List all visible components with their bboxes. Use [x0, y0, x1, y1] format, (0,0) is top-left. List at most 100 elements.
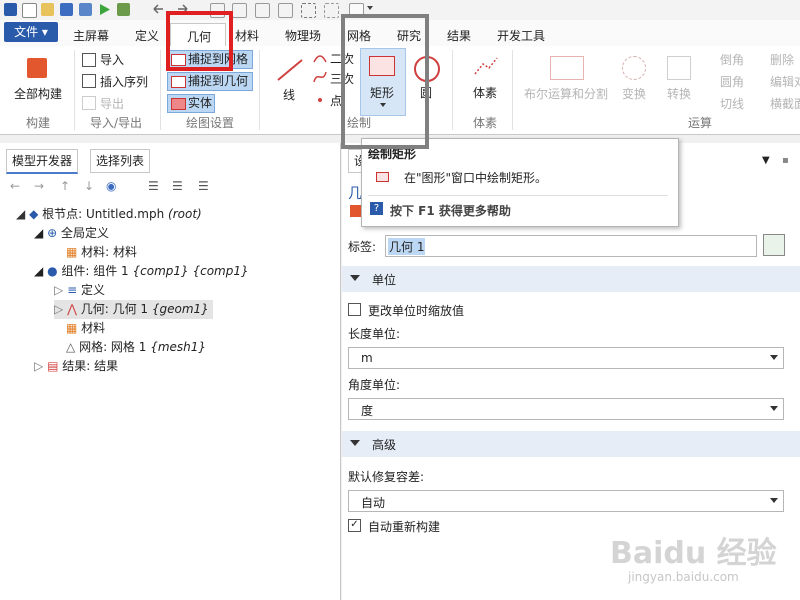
show-icon[interactable]: ◉ — [106, 179, 116, 193]
auto-rebuild-label: 自动重新构建 — [368, 520, 441, 534]
tree-global-materials[interactable]: ▦ 材料: 材料 — [66, 243, 137, 262]
delete-icon[interactable] — [278, 3, 293, 18]
boolean-button[interactable]: 布尔运算和分割 — [524, 85, 608, 102]
solid-toggle[interactable]: 实体 — [167, 94, 215, 113]
length-unit-caption: 长度单位: — [348, 327, 401, 341]
quadratic-icon — [313, 55, 327, 63]
save-model-icon[interactable] — [117, 3, 130, 16]
geometry-icon: ⋀ — [67, 302, 77, 316]
tooltip-help: 按下 F1 获得更多帮助 — [390, 204, 511, 218]
build-all-icon — [27, 58, 47, 78]
collapse-icon — [350, 275, 360, 281]
highlight-red-box — [166, 11, 233, 71]
tab-definitions[interactable]: 定义 — [135, 27, 159, 44]
tree-results[interactable]: ▷ ▤ 结果: 结果 — [34, 357, 118, 376]
undo-icon[interactable] — [152, 3, 165, 16]
build-all-button[interactable]: 全部构建 — [14, 85, 62, 102]
export-icon — [82, 96, 96, 110]
tree-global-definitions[interactable]: ◢ ⊕ 全局定义 — [34, 224, 109, 243]
fillet-button[interactable]: 圆角 — [720, 73, 744, 90]
cross-section-button[interactable]: 横截面 — [770, 95, 800, 112]
collapse-icon — [350, 440, 360, 446]
transform-icon — [622, 56, 646, 80]
new-icon[interactable] — [22, 3, 37, 18]
globe-icon: ⊕ — [47, 226, 58, 240]
deselect-icon[interactable] — [324, 3, 339, 18]
tree-mesh[interactable]: △ 网格: 网格 1 {mesh1} — [66, 338, 206, 357]
tab-home[interactable]: 主屏幕 — [73, 27, 109, 44]
angle-unit-select[interactable]: 度 — [348, 398, 784, 420]
tab-results[interactable]: 结果 — [447, 27, 471, 44]
tooltip-description: 在"图形"窗口中绘制矩形。 — [404, 171, 548, 185]
group-build-label: 构建 — [26, 116, 51, 130]
export-button[interactable]: 导出 — [100, 95, 124, 112]
collapse-icon[interactable]: ☰ — [172, 179, 183, 193]
label-value: 几何 1 — [388, 238, 426, 255]
primitives-icon — [474, 57, 498, 75]
boolean-icon — [550, 56, 584, 80]
materials-icon: ▦ — [66, 321, 78, 335]
label-action-icon[interactable] — [763, 234, 785, 256]
results-icon: ▤ — [47, 359, 59, 373]
repair-tolerance-caption: 默认修复容差: — [348, 470, 425, 484]
scale-units-checkbox[interactable] — [348, 303, 361, 316]
section-units-title: 单位 — [372, 273, 397, 287]
tab-materials[interactable]: 材料 — [235, 27, 259, 44]
file-menu-button[interactable]: 文件 ▾ — [4, 22, 58, 42]
save-icon[interactable] — [60, 3, 73, 16]
line-button[interactable]: 线 — [283, 86, 295, 103]
import-button[interactable]: 导入 — [100, 51, 124, 68]
label-field[interactable]: 几何 1 — [385, 235, 757, 257]
edit-button[interactable]: 编辑对 — [770, 73, 800, 90]
tree-materials[interactable]: ▦ 材料 — [66, 319, 105, 338]
component-icon: ● — [47, 264, 58, 278]
section-advanced[interactable]: 高级 — [342, 431, 800, 457]
panel-pin-icon[interactable]: ▪ — [782, 155, 789, 166]
tree-definitions[interactable]: ▷ ≡ 定义 — [54, 281, 105, 300]
panel-menu-icon[interactable]: ▼ — [762, 155, 770, 166]
convert-button[interactable]: 转换 — [667, 85, 691, 102]
select-icon[interactable] — [301, 3, 316, 18]
tree-geometry[interactable]: ▷ ⋀ 几何: 几何 1 {geom1} — [54, 300, 213, 319]
delete-button[interactable]: 删除 — [770, 51, 794, 68]
transform-button[interactable]: 变换 — [622, 85, 646, 102]
paste-icon[interactable] — [232, 3, 247, 18]
back-icon[interactable]: ← — [10, 179, 20, 193]
primitives-button[interactable]: 体素 — [473, 84, 497, 101]
tab-physics[interactable]: 物理场 — [285, 27, 321, 44]
chevron-down-icon — [770, 498, 778, 503]
length-unit-select[interactable]: m — [348, 347, 784, 369]
watermark-brand: Baidu 经验 — [610, 536, 777, 571]
convert-icon — [667, 56, 691, 80]
repair-tolerance-value: 自动 — [361, 496, 386, 510]
move-up-icon[interactable]: ↑ — [60, 179, 70, 193]
move-down-icon[interactable]: ↓ — [84, 179, 94, 193]
chamfer-button[interactable]: 倒角 — [720, 51, 744, 68]
tree-options-icon[interactable]: ☰ — [198, 179, 209, 193]
rectangle-icon — [376, 172, 389, 182]
tangent-button[interactable]: 切线 — [720, 95, 744, 112]
repair-tolerance-select[interactable]: 自动 — [348, 490, 784, 512]
root-icon: ◆ — [29, 207, 39, 221]
duplicate-icon[interactable] — [255, 3, 270, 18]
app-icon — [4, 3, 17, 16]
auto-rebuild-checkbox[interactable]: ✓ — [348, 519, 361, 532]
expand-icon[interactable]: ☰ — [148, 179, 159, 193]
section-advanced-title: 高级 — [372, 438, 397, 452]
section-units[interactable]: 单位 — [342, 266, 800, 292]
forward-icon[interactable]: → — [34, 179, 44, 193]
run-icon[interactable] — [98, 3, 111, 16]
open-icon[interactable] — [41, 3, 54, 16]
tab-model-builder[interactable]: 模型开发器 — [6, 149, 79, 174]
snap-to-geometry-toggle[interactable]: 捕捉到几何 — [167, 72, 253, 91]
highlight-gray-box — [341, 14, 429, 149]
tab-developer[interactable]: 开发工具 — [497, 27, 545, 44]
insert-sequence-button[interactable]: 插入序列 — [100, 73, 148, 90]
settings-title: 几 — [348, 186, 362, 202]
more-icon[interactable] — [367, 6, 373, 10]
help-icon: ? — [370, 202, 383, 215]
tree-root[interactable]: ◢ ◆ 根节点: Untitled.mph (root) — [16, 205, 202, 224]
tree-component[interactable]: ◢ ● 组件: 组件 1 {comp1} {comp1} — [34, 262, 249, 281]
tab-selection-list[interactable]: 选择列表 — [90, 149, 151, 173]
save-as-icon[interactable] — [79, 3, 92, 16]
